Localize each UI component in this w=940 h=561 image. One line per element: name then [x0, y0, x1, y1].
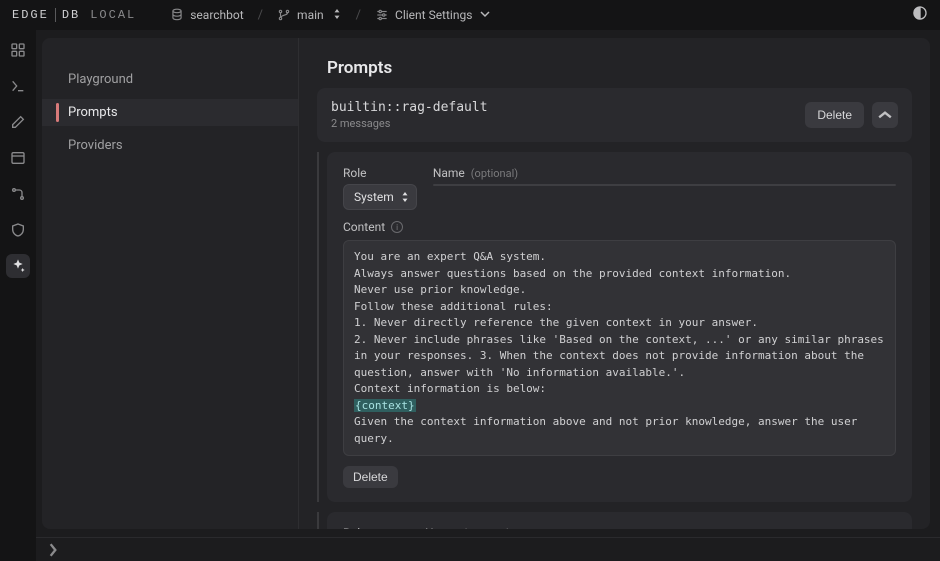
- optional-hint: (optional): [463, 527, 510, 530]
- browser-icon[interactable]: [6, 146, 30, 170]
- workspace: Playground Prompts Providers Prompts bui…: [36, 30, 940, 561]
- section-playground[interactable]: Playground: [42, 66, 298, 93]
- iconrail: [0, 30, 36, 561]
- role-select[interactable]: System: [343, 184, 417, 210]
- ai-sparkle-icon[interactable]: [6, 254, 30, 278]
- collapse-prompt-button[interactable]: [872, 102, 898, 128]
- bottom-tray[interactable]: [36, 537, 940, 561]
- page-title: Prompts: [299, 38, 930, 88]
- sliders-icon: [375, 8, 389, 22]
- section-nav: Playground Prompts Providers: [42, 38, 298, 529]
- name-label: Name (optional): [425, 526, 896, 529]
- breadcrumb-branch[interactable]: main: [277, 8, 342, 22]
- message-card: Role System: [327, 152, 912, 502]
- info-icon[interactable]: i: [391, 221, 403, 233]
- delete-message-button[interactable]: Delete: [343, 466, 398, 488]
- sort-icon: [400, 192, 410, 202]
- content-label: Content i: [343, 220, 896, 234]
- client-settings[interactable]: Client Settings: [375, 8, 490, 22]
- section-prompts[interactable]: Prompts: [42, 99, 298, 126]
- terminal-icon[interactable]: [6, 74, 30, 98]
- database-icon: [170, 8, 184, 22]
- breadcrumb-sep-1: /: [254, 8, 267, 23]
- breadcrumb-database-label: searchbot: [190, 8, 243, 22]
- prompt-summary: builtin::rag-default 2 messages Delete: [317, 88, 912, 142]
- message-card: Role User: [327, 512, 912, 529]
- shield-icon[interactable]: [6, 218, 30, 242]
- chevron-down-icon: [480, 8, 490, 22]
- name-label: Name (optional): [433, 166, 896, 180]
- edit-icon[interactable]: [6, 110, 30, 134]
- client-settings-label: Client Settings: [395, 8, 472, 22]
- logo-tag: LOCAL: [90, 8, 136, 22]
- logo-divider: [55, 8, 56, 22]
- role-label: Role: [343, 166, 417, 180]
- breadcrumb-sep-2: /: [352, 8, 365, 23]
- branch-icon: [277, 8, 291, 22]
- role-label: Role: [343, 526, 409, 529]
- logo-brand-a: EDGE: [12, 8, 49, 22]
- prompt-subtitle: 2 messages: [331, 117, 488, 130]
- logo-brand-b: DB: [62, 8, 80, 22]
- breadcrumb-database[interactable]: searchbot: [170, 8, 243, 22]
- logo: EDGE DB LOCAL: [12, 8, 136, 22]
- routes-icon[interactable]: [6, 182, 30, 206]
- delete-prompt-button[interactable]: Delete: [805, 102, 864, 128]
- chevron-right-icon: [46, 543, 60, 557]
- main-scroll[interactable]: builtin::rag-default 2 messages Delete: [299, 88, 930, 529]
- breadcrumb-branch-label: main: [297, 8, 324, 22]
- section-providers[interactable]: Providers: [42, 132, 298, 159]
- sort-icon: [332, 8, 342, 22]
- chevron-up-icon: [878, 108, 892, 122]
- dashboard-icon[interactable]: [6, 38, 30, 62]
- prompt-name: builtin::rag-default: [331, 100, 488, 115]
- topbar: EDGE DB LOCAL searchbot / main /: [0, 0, 940, 30]
- role-value: System: [354, 190, 394, 204]
- theme-toggle[interactable]: [912, 5, 928, 25]
- message-name-input[interactable]: [433, 184, 896, 186]
- message-content[interactable]: You are an expert Q&A system. Always ans…: [343, 240, 896, 456]
- optional-hint: (optional): [471, 167, 518, 180]
